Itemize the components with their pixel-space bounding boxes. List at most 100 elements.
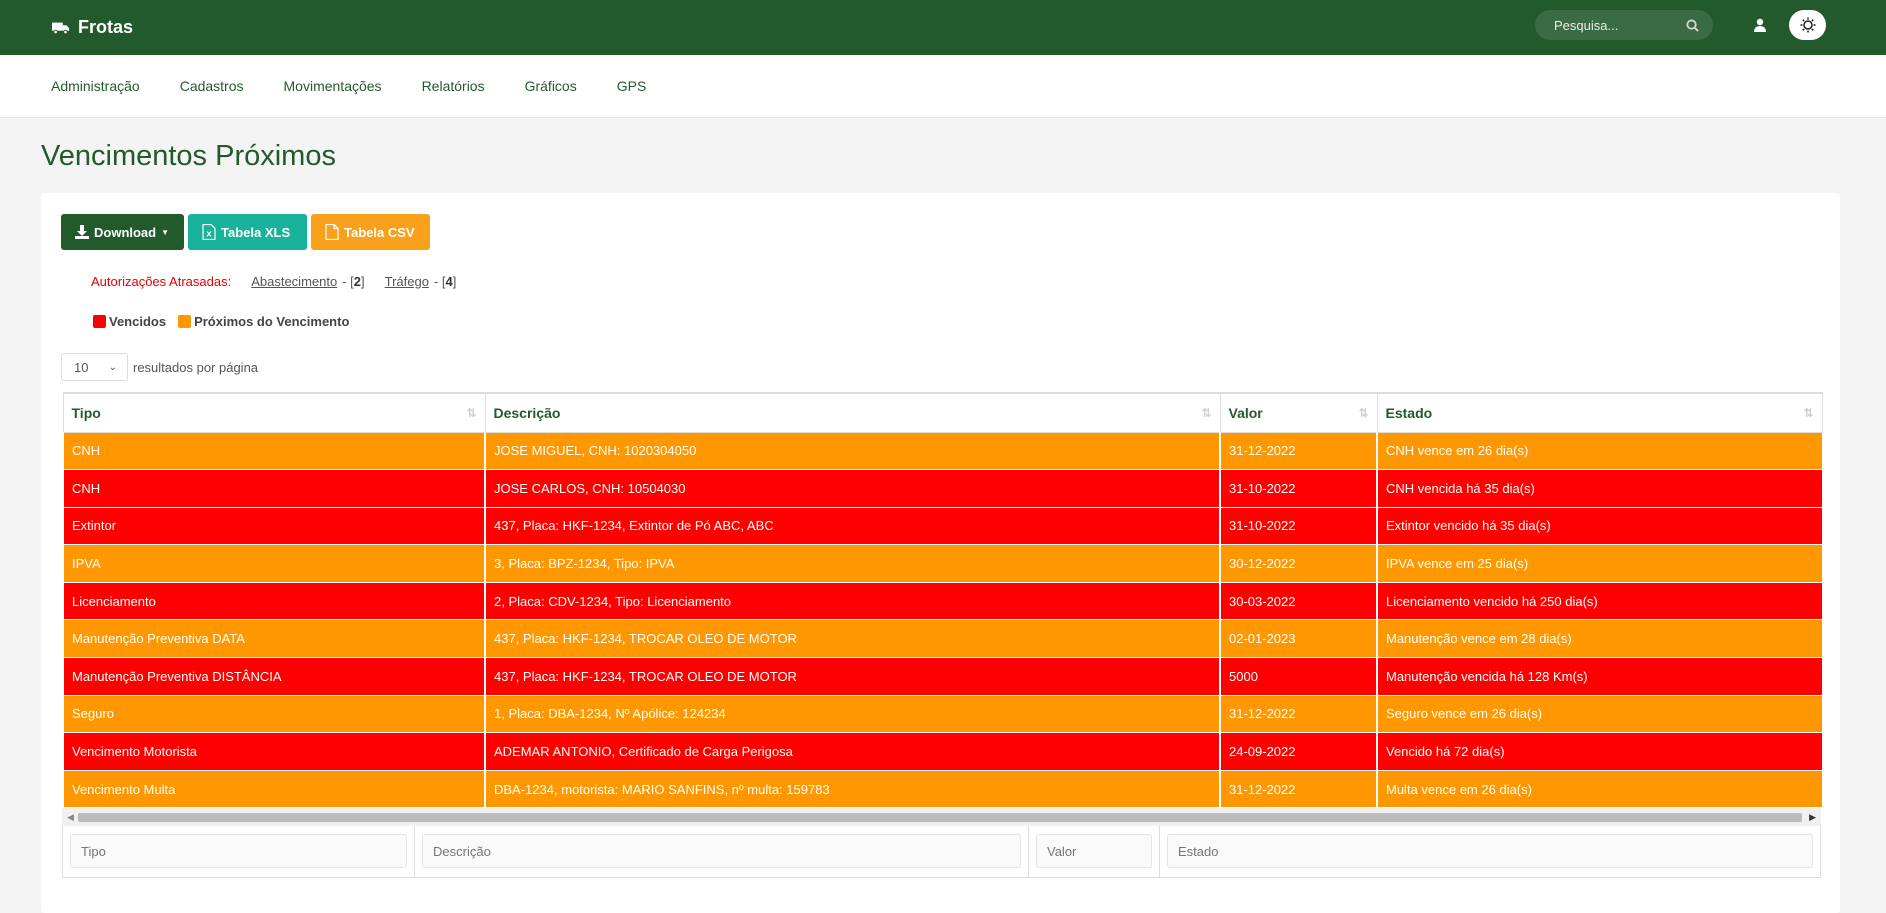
page-length-select[interactable]: 10 ⌄ [61, 353, 128, 381]
legend: Vencidos Próximos do Vencimento [93, 314, 349, 329]
csv-button[interactable]: Tabela CSV [311, 214, 430, 250]
expirations-table-wrapper: Tipo ⇅ Descrição ⇅ Valor ⇅ Estado ⇅ CNH JOSE … [62, 392, 1823, 879]
table-cell: Seguro vence em 26 dia(s) [1376, 694, 1823, 734]
overdue-authorizations: Autorizações Atrasadas: Abastecimento - … [91, 274, 471, 289]
trafego-link[interactable]: Tráfego [385, 274, 429, 289]
table-cell: 437, Placa: HKF-1234, Extintor de Pó ABC… [484, 506, 1221, 546]
table-cell: IPVA [62, 544, 486, 583]
table-header-row: Tipo ⇅ Descrição ⇅ Valor ⇅ Estado ⇅ [62, 392, 1823, 433]
caret-down-icon: ▼ [161, 227, 170, 237]
column-filters [62, 826, 1821, 879]
search-input[interactable]: Pesquisa... [1535, 10, 1713, 40]
download-button[interactable]: Download ▼ [61, 214, 184, 250]
scroll-left-icon[interactable]: ◀ [67, 812, 74, 823]
table-cell: IPVA vence em 25 dia(s) [1376, 544, 1823, 583]
column-header-estado[interactable]: Estado ⇅ [1376, 392, 1823, 433]
table-row[interactable]: IPVA 3, Placa: BPZ-1234, Tipo: IPVA 30-12-… [62, 544, 1823, 583]
table-cell: 30-12-2022 [1219, 544, 1378, 583]
page-length-label: resultados por página [133, 359, 259, 375]
brand[interactable]: Frotas [52, 17, 133, 38]
table-cell: Manutenção Preventiva DATA [62, 619, 486, 659]
table-cell: 5000 [1219, 657, 1378, 696]
filter-estado-input[interactable] [1167, 834, 1813, 869]
table-cell: DBA-1234, motorista: MARIO SANFINS, nº m… [484, 769, 1221, 809]
download-label: Download [94, 224, 157, 240]
table-cell: Seguro [62, 694, 486, 734]
table-cell: Licenciamento vencido há 250 dia(s) [1376, 581, 1823, 621]
sort-icon: ⇅ [466, 406, 477, 420]
table-cell: Licenciamento [62, 581, 486, 621]
search-placeholder: Pesquisa... [1554, 17, 1619, 33]
table-row[interactable]: Manutenção Preventiva DISTÂNCIA 437, Plac… [62, 657, 1823, 696]
scroll-right-icon[interactable]: ▶ [1809, 812, 1816, 823]
truck-icon [52, 22, 70, 34]
nav-relatorios[interactable]: Relatórios [422, 78, 485, 94]
column-header-valor[interactable]: Valor ⇅ [1219, 392, 1378, 433]
table-row[interactable]: Licenciamento 2, Placa: CDV-1234, Tipo: L… [62, 581, 1823, 621]
table-cell: CNH [62, 469, 486, 508]
overdue-label: Autorizações Atrasadas: [91, 274, 232, 289]
nav-graficos[interactable]: Gráficos [525, 78, 577, 94]
abastecimento-link[interactable]: Abastecimento [251, 274, 337, 289]
table-cell: 31-12-2022 [1219, 769, 1378, 809]
nav-gps[interactable]: GPS [617, 78, 647, 94]
trafego-count: - [4] [433, 274, 457, 289]
legend-label-vencidos: Vencidos [109, 314, 167, 329]
legend-swatch-red [93, 315, 106, 328]
file-icon [325, 224, 339, 240]
csv-label: Tabela CSV [344, 224, 415, 240]
main-nav: Administração Cadastros Movimentações Re… [0, 55, 1886, 118]
expirations-table: Tipo ⇅ Descrição ⇅ Valor ⇅ Estado ⇅ CNH JOSE … [62, 392, 1823, 809]
table-cell: Multa vence em 26 dia(s) [1376, 769, 1823, 809]
table-cell: 31-10-2022 [1219, 506, 1378, 546]
nav-administracao[interactable]: Administração [51, 78, 140, 94]
theme-toggle-button[interactable] [1789, 10, 1826, 40]
table-row[interactable]: Manutenção Preventiva DATA 437, Placa: HK… [62, 619, 1823, 659]
app-title: Frotas [78, 17, 134, 37]
table-cell: JOSE CARLOS, CNH: 10504030 [484, 469, 1221, 508]
table-cell: 1, Placa: DBA-1234, Nº Apólice: 124234 [484, 694, 1221, 734]
table-cell: 30-03-2022 [1219, 581, 1378, 621]
xls-button[interactable]: X Tabela XLS [188, 214, 307, 250]
page-title: Vencimentos Próximos [41, 140, 336, 172]
table-cell: Manutenção vence em 28 dia(s) [1376, 619, 1823, 659]
filter-tipo-input[interactable] [70, 834, 407, 869]
table-cell: Vencimento Motorista [62, 732, 486, 771]
sun-icon [1800, 17, 1815, 33]
filter-valor-input[interactable] [1036, 834, 1152, 869]
horizontal-scrollbar[interactable]: ◀ ▶ [62, 808, 1821, 827]
nav-cadastros[interactable]: Cadastros [180, 78, 244, 94]
table-cell: CNH vence em 26 dia(s) [1376, 431, 1823, 471]
table-cell: Vencimento Multa [62, 769, 486, 809]
table-row[interactable]: CNH JOSE CARLOS, CNH: 10504030 31-10-2022 C… [62, 469, 1823, 508]
table-cell: 2, Placa: CDV-1234, Tipo: Licenciamento [484, 581, 1221, 621]
search-icon[interactable] [1686, 18, 1699, 32]
sort-icon: ⇅ [1358, 406, 1369, 420]
table-row[interactable]: Vencimento Motorista ADEMAR ANTONIO, Cert… [62, 732, 1823, 771]
page-length-control: 10 ⌄ resultados por página [61, 353, 258, 381]
nav-movimentacoes[interactable]: Movimentações [284, 78, 382, 94]
table-row[interactable]: Extintor 437, Placa: HKF-1234, Extintor d… [62, 506, 1823, 546]
abastecimento-count: - [2] [342, 274, 365, 289]
content-card: Download ▼ X Tabela XLS Tabela CSV Autor… [41, 193, 1840, 913]
table-cell: Extintor vencido há 35 dia(s) [1376, 506, 1823, 546]
table-row[interactable]: Vencimento Multa DBA-1234, motorista: MAR… [62, 769, 1823, 809]
legend-swatch-orange [178, 315, 192, 328]
table-row[interactable]: CNH JOSE MIGUEL, CNH: 1020304050 31-12-202… [62, 431, 1823, 471]
table-cell: 02-01-2023 [1219, 619, 1378, 659]
table-cell: 437, Placa: HKF-1234, TROCAR OLEO DE MOT… [484, 657, 1221, 696]
legend-label-proximos: Próximos do Vencimento [194, 314, 350, 329]
sort-icon: ⇅ [1201, 406, 1212, 420]
table-cell: Extintor [62, 506, 486, 546]
scrollbar-thumb[interactable] [78, 813, 1802, 823]
column-header-tipo[interactable]: Tipo ⇅ [62, 392, 486, 433]
table-cell: ADEMAR ANTONIO, Certificado de Carga Per… [484, 732, 1221, 771]
filter-descricao-input[interactable] [422, 834, 1021, 869]
user-icon[interactable] [1751, 16, 1769, 34]
table-row[interactable]: Seguro 1, Placa: DBA-1234, Nº Apólice: 12… [62, 694, 1823, 734]
sort-icon: ⇅ [1803, 406, 1814, 420]
table-cell: CNH vencida há 35 dia(s) [1376, 469, 1823, 508]
column-header-descricao[interactable]: Descrição ⇅ [484, 392, 1221, 433]
table-cell: 24-09-2022 [1219, 732, 1378, 771]
table-cell: 437, Placa: HKF-1234, TROCAR OLEO DE MOT… [484, 619, 1221, 659]
